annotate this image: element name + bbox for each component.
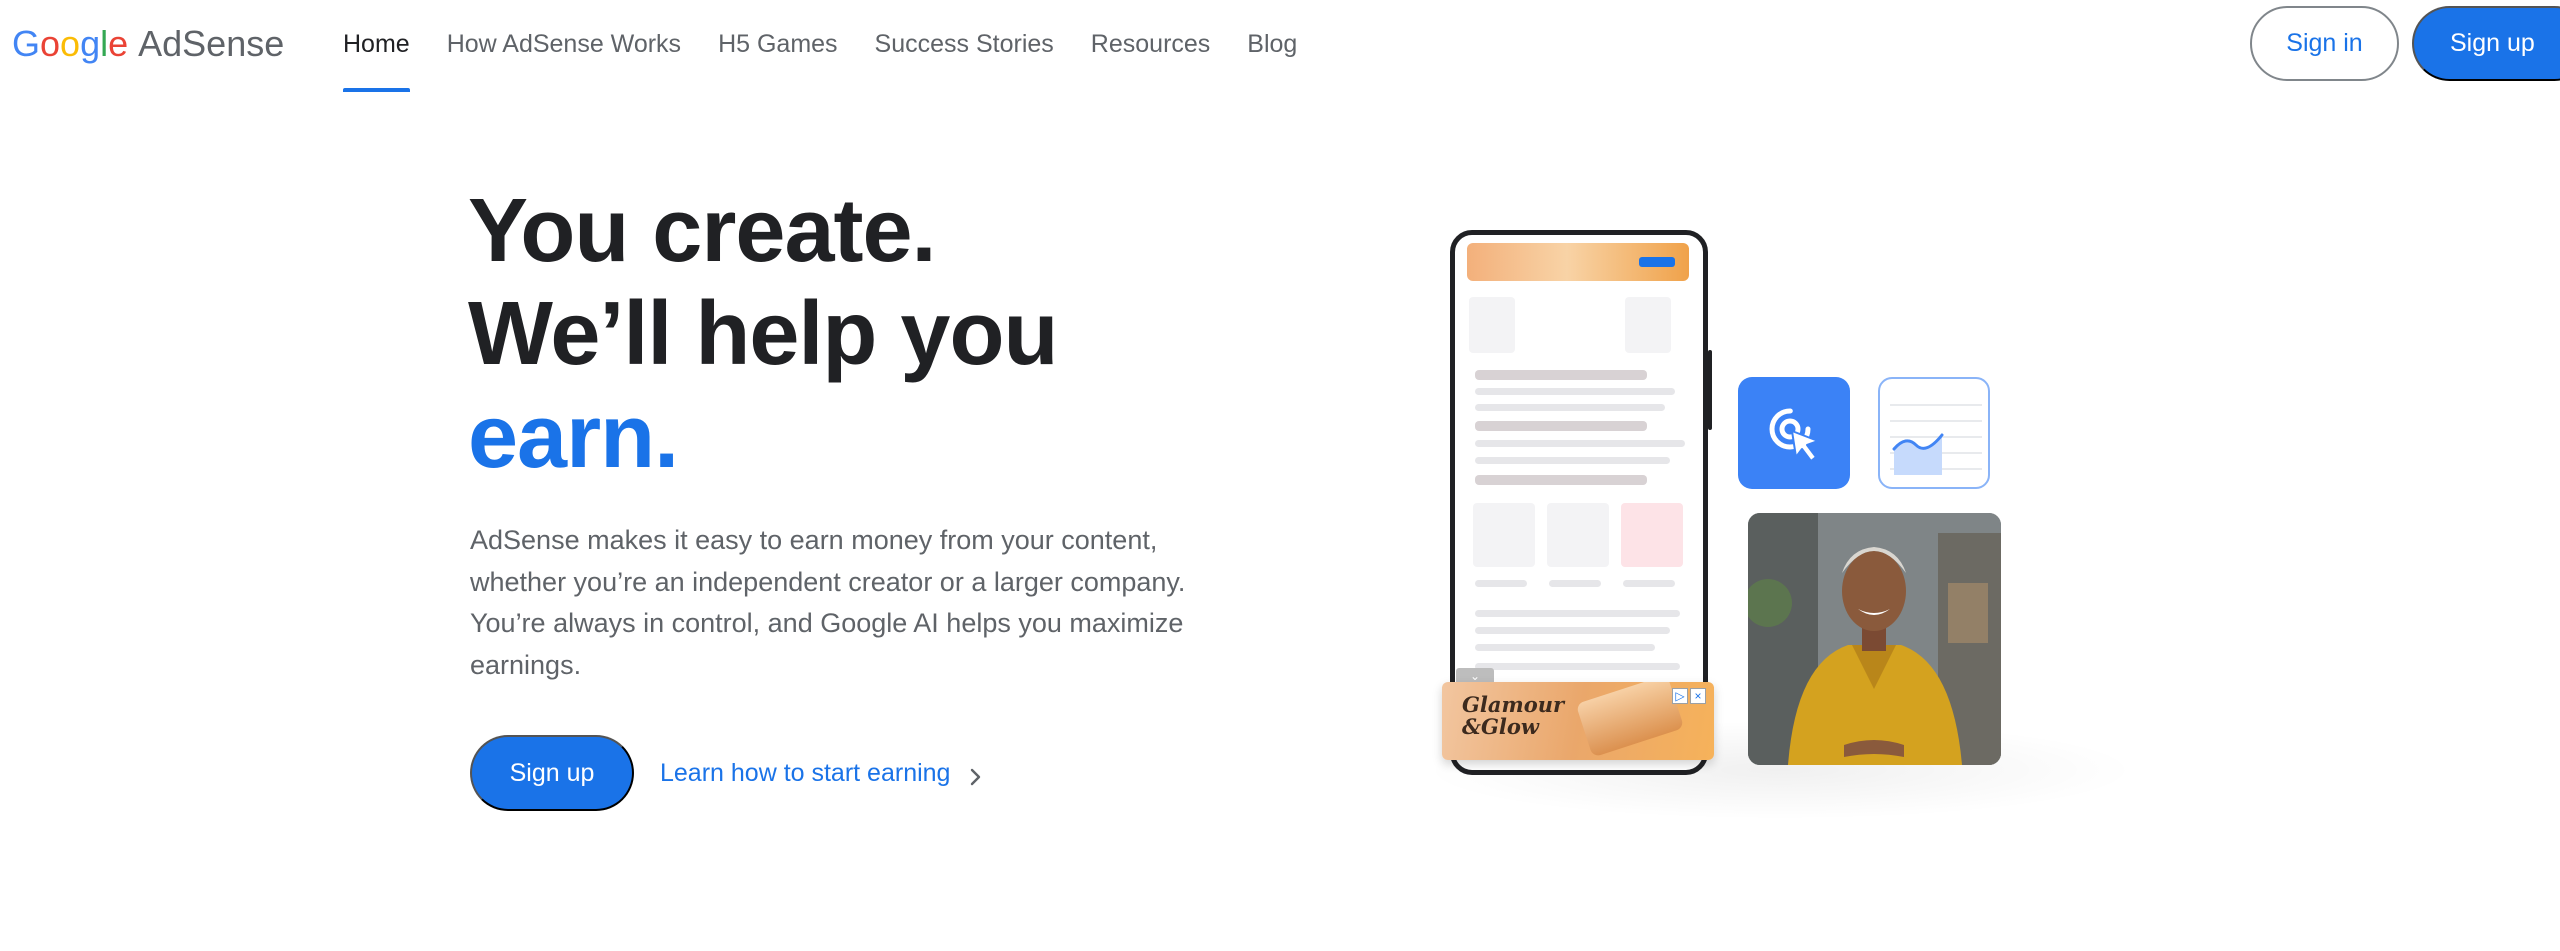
creator-photo	[1748, 513, 2001, 765]
product-name: AdSense	[138, 23, 285, 64]
phone-tile	[1625, 297, 1671, 353]
headline-line-2: We’ll help you	[468, 284, 1058, 384]
ad-controls: ▷ ×	[1672, 688, 1706, 704]
phone-text-line	[1475, 388, 1675, 395]
nav-resources[interactable]: Resources	[1091, 0, 1211, 92]
phone-tile	[1469, 297, 1515, 353]
phone-text-line	[1475, 627, 1670, 634]
phone-banner-ad	[1467, 243, 1689, 281]
hero-sign-up-button[interactable]: Sign up	[470, 735, 634, 811]
nav-h5-games[interactable]: H5 Games	[718, 0, 837, 92]
click-cursor-icon	[1738, 377, 1850, 489]
top-header: Google AdSense Home How AdSense Works H5…	[0, 0, 2560, 92]
header-sign-up-button[interactable]: Sign up	[2412, 6, 2560, 81]
headline-accent: earn.	[468, 387, 679, 487]
learn-how-link-label: Learn how to start earning	[660, 758, 951, 787]
phone-text-line	[1475, 440, 1685, 447]
phone-text-line	[1475, 475, 1647, 485]
adsense-logo[interactable]: Google AdSense	[12, 22, 284, 66]
main-nav: Home How AdSense Works H5 Games Success …	[343, 0, 1334, 92]
phone-text-line	[1475, 370, 1647, 380]
hero-headline: You create. We’ll help you earn.	[468, 180, 1058, 489]
chevron-right-icon	[966, 764, 984, 786]
phone-text-line	[1623, 580, 1675, 587]
sign-in-button[interactable]: Sign in	[2250, 6, 2399, 81]
phone-tile	[1621, 503, 1683, 567]
ad-product-image	[1575, 682, 1685, 758]
google-wordmark: Google	[12, 23, 129, 64]
phone-tile	[1473, 503, 1535, 567]
phone-tile	[1547, 503, 1609, 567]
banner-cta	[1639, 257, 1675, 267]
phone-side-button	[1708, 350, 1712, 430]
phone-text-line	[1475, 663, 1680, 670]
ad-brand: Glamour &Glow	[1462, 692, 1565, 739]
anchor-ad: Glamour &Glow ▷ ×	[1442, 682, 1714, 760]
phone-text-line	[1475, 404, 1665, 411]
hero-description: AdSense makes it easy to earn money from…	[470, 525, 1186, 680]
nav-how-adsense-works[interactable]: How AdSense Works	[447, 0, 681, 92]
phone-text-line	[1475, 644, 1655, 651]
nav-home[interactable]: Home	[343, 0, 410, 92]
phone-text-line	[1549, 580, 1601, 587]
hero-illustration: ⌄ Glamour &Glow ▷ ×	[1380, 220, 2140, 820]
close-icon: ×	[1690, 688, 1706, 704]
learn-how-link[interactable]: Learn how to start earning	[660, 752, 984, 794]
nav-blog[interactable]: Blog	[1247, 0, 1297, 92]
phone-text-line	[1475, 457, 1670, 464]
line-chart-icon	[1878, 377, 1990, 489]
nav-success-stories[interactable]: Success Stories	[875, 0, 1054, 92]
phone-text-line	[1475, 580, 1527, 587]
phone-text-line	[1475, 421, 1647, 431]
ad-choices-icon: ▷	[1672, 688, 1688, 704]
phone-text-line	[1475, 610, 1680, 617]
headline-line-1: You create.	[468, 181, 937, 281]
